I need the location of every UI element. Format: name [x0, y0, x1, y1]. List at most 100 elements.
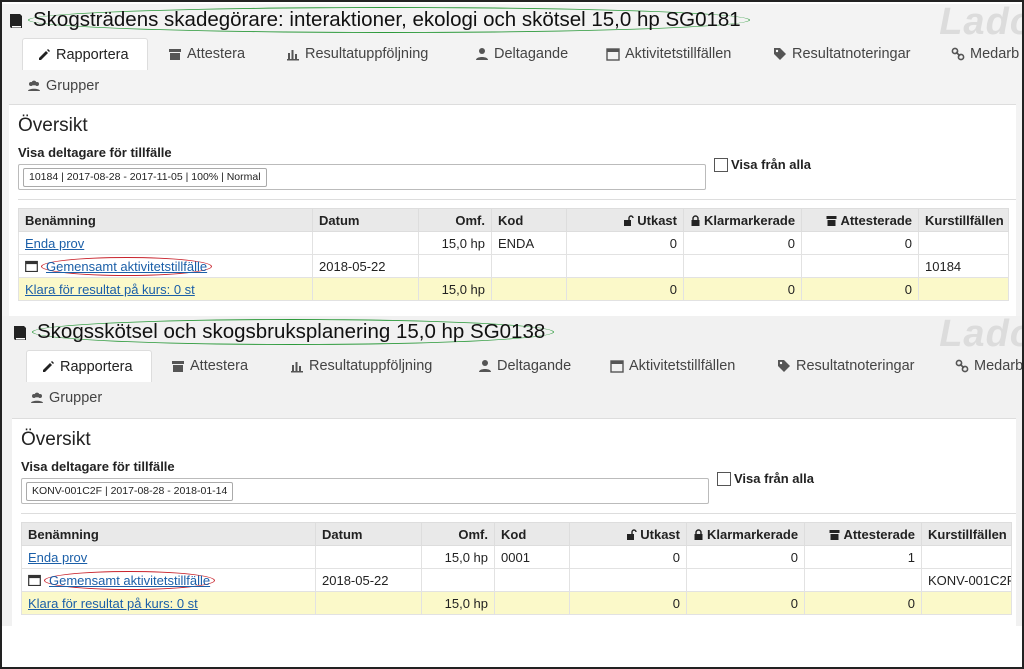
lock-icon: [694, 528, 703, 540]
cell-draft: 0: [566, 231, 684, 255]
col-header-kod[interactable]: Kod: [494, 522, 570, 546]
summary-row: Klara för resultat på kurs: 0 st 15,0 hp…: [18, 277, 1009, 301]
overview-heading: Översikt: [18, 115, 88, 136]
ready-for-result-link[interactable]: Klara för resultat på kurs: 0 st: [28, 596, 198, 611]
show-all-checkbox[interactable]: [717, 471, 731, 486]
course-panel-2: Skogsskötsel och skogsbruksplanering 15,…: [2, 316, 1022, 626]
occasion-select[interactable]: KONV-001C2F | 2017-08-28 - 2018-01-14: [21, 478, 709, 504]
cell-draft: [566, 254, 684, 278]
pencil-icon: [39, 48, 50, 60]
summary-row: Klara för resultat på kurs: 0 st 15,0 hp…: [21, 591, 1012, 615]
cell-date: [315, 591, 422, 615]
cell-date: [312, 277, 419, 301]
col-header-datum[interactable]: Datum: [315, 522, 422, 546]
col-header-benamning[interactable]: Benämning: [21, 522, 316, 546]
link-icon: [955, 359, 969, 373]
tab-attestera[interactable]: Attestera: [168, 38, 245, 70]
user-icon: [476, 48, 488, 60]
tab-deltagande[interactable]: Deltagande: [478, 350, 571, 382]
tab-resultatuppfoljning[interactable]: Resultatuppföljning: [286, 38, 428, 70]
tab-deltagande[interactable]: Deltagande: [475, 38, 568, 70]
table-row: Enda prov 15,0 hp 0001 0 0 1: [21, 545, 1012, 569]
col-header-utkast[interactable]: Utkast: [569, 522, 687, 546]
cell-scope: 15,0 hp: [421, 545, 495, 569]
tab-attestera[interactable]: Attestera: [171, 350, 248, 382]
tab-resultatuppfoljning[interactable]: Resultatuppföljning: [290, 350, 432, 382]
activity-table: Benämning Datum Omf. Kod Utkast Klarmark…: [18, 208, 1009, 301]
course-title: Skogsträdens skadegörare: interaktioner,…: [28, 7, 750, 33]
col-header-omf[interactable]: Omf.: [421, 522, 495, 546]
cell-scope: 15,0 hp: [418, 231, 492, 255]
col-header-kurstillfallen[interactable]: Kurstillfällen: [921, 522, 1012, 546]
overview-heading: Översikt: [21, 429, 91, 450]
cell-draft: 0: [569, 545, 687, 569]
participants-label: Visa deltagare för tillfälle: [18, 145, 172, 160]
tab-aktivitetstillfallen[interactable]: Aktivitetstillfällen: [606, 38, 731, 70]
lock-icon: [691, 214, 700, 226]
cell-occasion: KONV-001C2F: [921, 568, 1012, 592]
col-header-attesterade[interactable]: Attesterade: [804, 522, 922, 546]
book-icon: [14, 326, 26, 340]
tab-medarbetare[interactable]: Medarbe: [955, 350, 1022, 382]
activity-link[interactable]: Enda prov: [25, 236, 84, 251]
show-all-checkbox[interactable]: [714, 157, 728, 172]
col-header-omf[interactable]: Omf.: [418, 208, 492, 232]
cell-draft: 0: [569, 591, 687, 615]
course-tabs-row-2: Grupper: [2, 382, 1022, 414]
occasion-select[interactable]: 10184 | 2017-08-28 - 2017-11-05 | 100% |…: [18, 164, 706, 190]
tab-grupper[interactable]: Grupper: [27, 70, 99, 102]
tab-rapportera[interactable]: Rapportera: [22, 38, 148, 70]
overview-section: Översikt Visa deltagare för tillfälle 10…: [9, 104, 1016, 318]
cell-code: [494, 568, 570, 592]
tag-icon: [778, 360, 790, 372]
selected-occasion[interactable]: KONV-001C2F | 2017-08-28 - 2018-01-14: [26, 482, 234, 501]
cell-scope: 15,0 hp: [418, 277, 492, 301]
col-header-datum[interactable]: Datum: [312, 208, 419, 232]
bar-chart-icon: [287, 50, 299, 61]
tab-aktivitetstillfallen[interactable]: Aktivitetstillfällen: [610, 350, 735, 382]
selected-occasion[interactable]: 10184 | 2017-08-28 - 2017-11-05 | 100% |…: [23, 168, 267, 187]
col-header-benamning[interactable]: Benämning: [18, 208, 313, 232]
col-header-utkast[interactable]: Utkast: [566, 208, 684, 232]
joint-activity-link[interactable]: Gemensamt aktivitetstillfälle: [44, 570, 216, 590]
show-all-checkbox-row[interactable]: Visa från alla: [717, 471, 814, 486]
cell-date: 2018-05-22: [315, 568, 422, 592]
cell-attested: 0: [801, 231, 919, 255]
cell-scope: [421, 568, 495, 592]
link-icon: [951, 47, 965, 61]
tab-medarbetare[interactable]: Medarb: [951, 38, 1019, 70]
col-header-kod[interactable]: Kod: [491, 208, 567, 232]
course-title-bar: Skogsskötsel och skogsbruksplanering 15,…: [2, 316, 1022, 355]
activity-table: Benämning Datum Omf. Kod Utkast Klarmark…: [21, 522, 1012, 615]
ready-for-result-link[interactable]: Klara för resultat på kurs: 0 st: [25, 282, 195, 297]
divider: [21, 513, 1016, 514]
col-header-attesterade[interactable]: Attesterade: [801, 208, 919, 232]
cell-code: [491, 277, 567, 301]
cell-code: [494, 591, 570, 615]
joint-activity-link[interactable]: Gemensamt aktivitetstillfälle: [41, 256, 213, 276]
tab-resultatnoteringar[interactable]: Resultatnoteringar: [773, 38, 911, 70]
course-title: Skogsskötsel och skogsbruksplanering 15,…: [32, 319, 555, 345]
calendar-icon: [606, 48, 620, 61]
pencil-icon: [43, 360, 54, 372]
archive-icon: [826, 215, 837, 226]
show-all-checkbox-row[interactable]: Visa från alla: [714, 157, 811, 172]
col-header-klarmarkerade[interactable]: Klarmarkerade: [686, 522, 805, 546]
cell-occasion: 10184: [918, 254, 1009, 278]
unlock-icon: [624, 214, 634, 226]
activity-link[interactable]: Enda prov: [28, 550, 87, 565]
calendar-icon: [25, 260, 38, 272]
archive-icon: [829, 529, 840, 540]
cell-marked: [683, 254, 802, 278]
show-all-label: Visa från alla: [734, 471, 814, 486]
cell-draft: 0: [566, 277, 684, 301]
cell-attested: 1: [804, 545, 922, 569]
tab-grupper[interactable]: Grupper: [30, 382, 102, 414]
col-header-klarmarkerade[interactable]: Klarmarkerade: [683, 208, 802, 232]
cell-marked: 0: [686, 545, 805, 569]
cell-draft: [569, 568, 687, 592]
tab-rapportera[interactable]: Rapportera: [26, 350, 152, 382]
tab-resultatnoteringar[interactable]: Resultatnoteringar: [777, 350, 915, 382]
col-header-kurstillfallen[interactable]: Kurstillfällen: [918, 208, 1009, 232]
book-icon: [10, 14, 22, 28]
